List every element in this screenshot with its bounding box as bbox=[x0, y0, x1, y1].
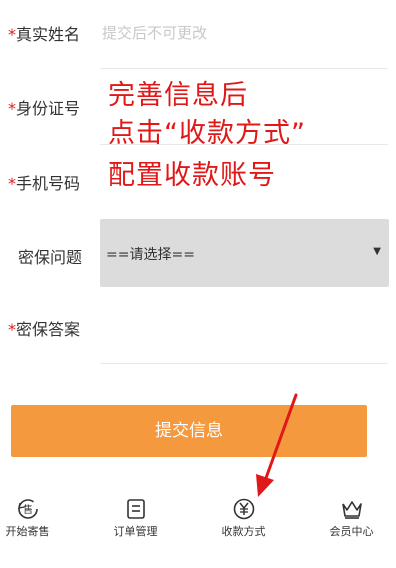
name-label: *真实姓名 bbox=[8, 25, 81, 44]
annotation-line-3: 配置收款账号 bbox=[108, 160, 276, 191]
crown-icon bbox=[341, 501, 362, 519]
tab-order-management[interactable]: 订单管理 bbox=[86, 490, 185, 550]
divider bbox=[100, 68, 388, 69]
divider bbox=[100, 363, 388, 364]
tab-label: 开始寄售 bbox=[5, 525, 50, 538]
annotation-line-2: 点击“收款方式” bbox=[108, 118, 306, 149]
security-question-label: 密保问题 bbox=[18, 248, 83, 267]
id-number-label: *身份证号 bbox=[8, 99, 81, 118]
svg-text:售: 售 bbox=[23, 503, 33, 516]
tab-start-sale[interactable]: 售 开始寄售 bbox=[0, 490, 77, 550]
tab-label: 收款方式 bbox=[221, 525, 266, 538]
select-value: ==请选择== bbox=[106, 247, 195, 263]
security-answer-row: *密保答案 bbox=[0, 300, 396, 366]
annotation-line-1: 完善信息后 bbox=[108, 80, 248, 111]
order-list-icon bbox=[126, 499, 145, 519]
security-answer-label: *密保答案 bbox=[8, 320, 81, 339]
required-mark: * bbox=[8, 99, 16, 118]
required-mark: * bbox=[8, 25, 16, 44]
tab-payment-method[interactable]: 收款方式 bbox=[194, 490, 293, 550]
security-answer-input[interactable] bbox=[100, 304, 388, 359]
required-mark: * bbox=[8, 174, 16, 193]
tab-member-center[interactable]: 会员中心 bbox=[302, 490, 396, 550]
security-question-select[interactable]: ==请选择== ▼ bbox=[100, 219, 389, 287]
name-input[interactable]: 提交后不可更改 bbox=[102, 22, 207, 43]
sell-icon: 售 bbox=[17, 499, 38, 519]
yuan-icon bbox=[233, 498, 254, 520]
required-mark: * bbox=[8, 320, 16, 339]
bottom-tab-bar: 售 开始寄售 订单管理 收款方式 会员中心 bbox=[0, 490, 396, 550]
tab-label: 订单管理 bbox=[113, 525, 158, 538]
caret-down-icon: ▼ bbox=[373, 246, 381, 257]
tab-label: 会员中心 bbox=[329, 525, 374, 538]
phone-label: *手机号码 bbox=[8, 174, 81, 193]
submit-button[interactable]: 提交信息 bbox=[11, 405, 367, 457]
name-row: *真实姓名 提交后不可更改 bbox=[0, 0, 396, 70]
